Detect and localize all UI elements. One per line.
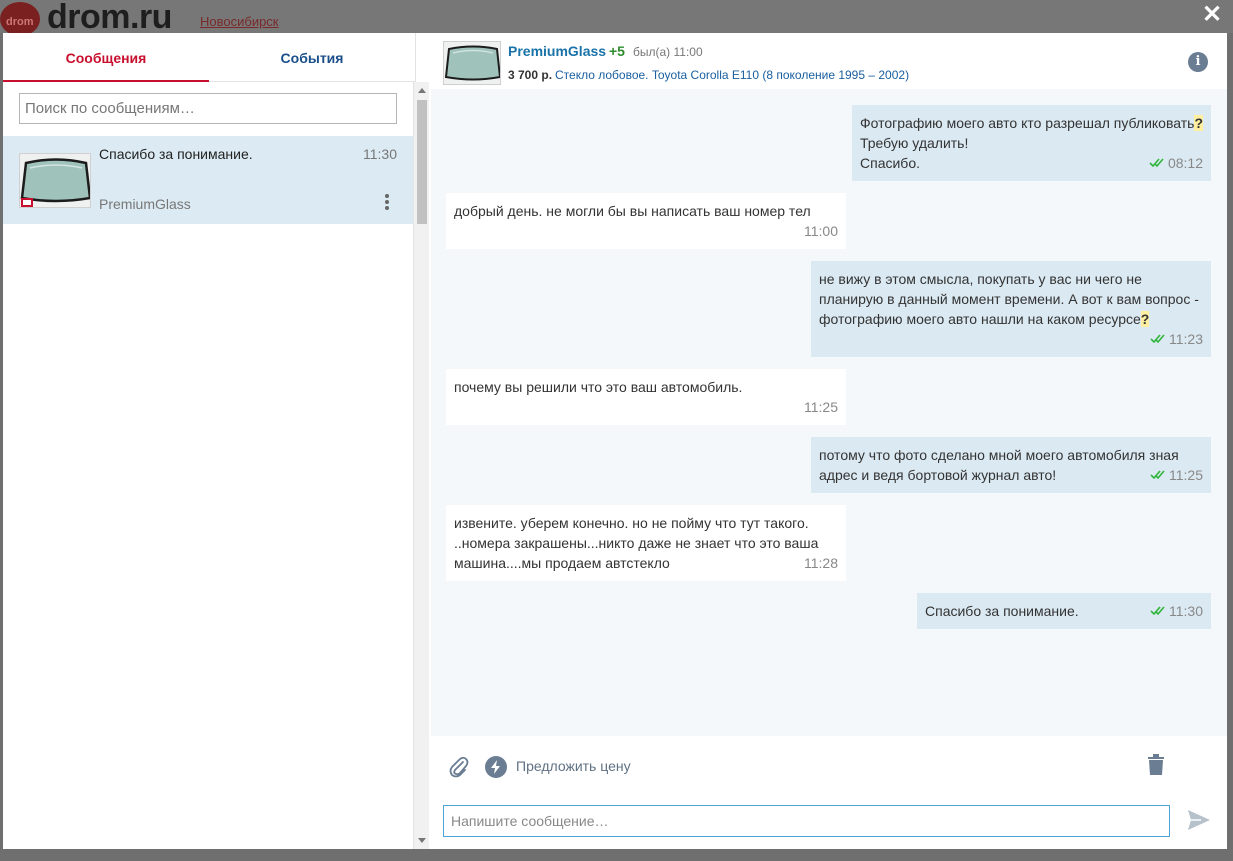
- site-logo-mark: drom: [0, 2, 40, 36]
- double-check-icon: [1150, 606, 1166, 616]
- message-text-line: машина....мы продаем автстекло: [454, 555, 670, 571]
- message-outgoing: потому что фото сделано мной моего автом…: [811, 437, 1211, 493]
- site-logo-mark-text: drom: [6, 16, 34, 28]
- lightning-icon[interactable]: [485, 756, 507, 778]
- scroll-up-arrow-icon[interactable]: [418, 88, 426, 93]
- conversation-last-message: Спасибо за понимание.: [99, 146, 253, 162]
- paperclip-icon[interactable]: [449, 756, 469, 778]
- tabs: Сообщения События: [3, 33, 415, 82]
- conversation-name: PremiumGlass: [99, 196, 191, 212]
- message-meta: 11:25: [1150, 465, 1203, 485]
- message-text-line: фотографию моего авто нашли на каком рес…: [819, 311, 1150, 327]
- message-text-line: ..номера закрашены...никто даже не знает…: [454, 535, 819, 551]
- message-text: почему вы решили что это ваш автомобиль.: [454, 379, 743, 395]
- listing-thumbnail[interactable]: [443, 41, 501, 85]
- chat-header: PremiumGlass +5 был(а) 11:00 3 700 р. Ст…: [431, 33, 1227, 89]
- seller-rating: +5: [609, 43, 625, 59]
- scrollbar[interactable]: [413, 82, 429, 849]
- message-outgoing: Фотографию моего авто кто разрешал публи…: [852, 105, 1211, 181]
- message-input[interactable]: [443, 805, 1170, 837]
- seller-name[interactable]: PremiumGlass: [508, 43, 606, 59]
- conversation-thumbnail: [19, 153, 91, 208]
- message-meta: 11:30: [1150, 601, 1203, 621]
- message-text-line: Требую удалить!: [860, 135, 969, 151]
- double-check-icon: [1150, 334, 1166, 344]
- close-icon[interactable]: ✕: [1201, 3, 1223, 27]
- listing-title-link[interactable]: Стекло лобовое. Toyota Corolla E110 (8 п…: [555, 68, 909, 82]
- search-wrap: [3, 82, 415, 124]
- search-input[interactable]: [19, 93, 397, 124]
- question-mark: ?: [1194, 115, 1203, 131]
- message-text-line: извените. уберем конечно. но не пойму чт…: [454, 515, 809, 531]
- messenger-modal: Сообщения События Спасибо за понимание. …: [3, 33, 1227, 849]
- listing-price: 3 700 р.: [508, 68, 553, 82]
- double-check-icon: [1150, 470, 1166, 480]
- message-meta: 08:12: [1149, 153, 1203, 173]
- tab-events[interactable]: События: [209, 33, 415, 82]
- conversation-time: 11:30: [363, 146, 397, 162]
- message-time: 11:25: [804, 399, 838, 415]
- city-link[interactable]: Новосибирск: [200, 14, 279, 29]
- message-incoming: добрый день. не могли бы вы написать ваш…: [446, 193, 846, 249]
- message-meta: 11:23: [1150, 329, 1203, 349]
- more-vertical-icon[interactable]: [383, 194, 391, 214]
- site-header: drom drom.ru Новосибирск: [0, 0, 1233, 36]
- offer-price-button[interactable]: Предложить цену: [516, 758, 631, 774]
- composer: [431, 792, 1227, 849]
- message-text-line: адрес и ведя бортовой журнал авто!: [819, 467, 1057, 483]
- message-incoming: извените. уберем конечно. но не пойму чт…: [446, 505, 846, 581]
- question-mark: ?: [1140, 311, 1150, 327]
- scroll-thumb[interactable]: [417, 100, 427, 224]
- send-icon[interactable]: [1187, 809, 1211, 831]
- message-text-line: планирую в данный момент времени. А вот …: [819, 291, 1199, 307]
- site-logo: drom.ru: [47, 0, 172, 36]
- message-outgoing: Спасибо за понимание. 11:30: [917, 593, 1211, 629]
- double-check-icon: [1149, 158, 1165, 168]
- message-time: 11:00: [804, 223, 838, 239]
- tab-messages[interactable]: Сообщения: [3, 33, 209, 82]
- message-outgoing: не вижу в этом смысла, покупать у вас ни…: [811, 261, 1211, 357]
- conversation-item[interactable]: Спасибо за понимание. 11:30 PremiumGlass: [3, 136, 413, 224]
- message-text-line: Фотографию моего авто кто разрешал публи…: [860, 115, 1203, 131]
- message-text: добрый день. не могли бы вы написать ваш…: [454, 203, 811, 219]
- message-text-line: потому что фото сделано мной моего автом…: [819, 447, 1179, 463]
- last-seen: был(а) 11:00: [633, 45, 703, 59]
- chat-actions-bar: Предложить цену: [431, 736, 1227, 792]
- message-text-line: не вижу в этом смысла, покупать у вас ни…: [819, 271, 1142, 287]
- message-time: 11:28: [804, 555, 838, 571]
- info-icon[interactable]: i: [1188, 52, 1208, 72]
- trash-icon[interactable]: [1147, 754, 1165, 776]
- chat-panel: PremiumGlass +5 был(а) 11:00 3 700 р. Ст…: [431, 33, 1227, 849]
- message-incoming: почему вы решили что это ваш автомобиль.…: [446, 369, 846, 425]
- scroll-down-arrow-icon[interactable]: [418, 838, 426, 843]
- conversations-panel: Сообщения События Спасибо за понимание. …: [3, 33, 429, 849]
